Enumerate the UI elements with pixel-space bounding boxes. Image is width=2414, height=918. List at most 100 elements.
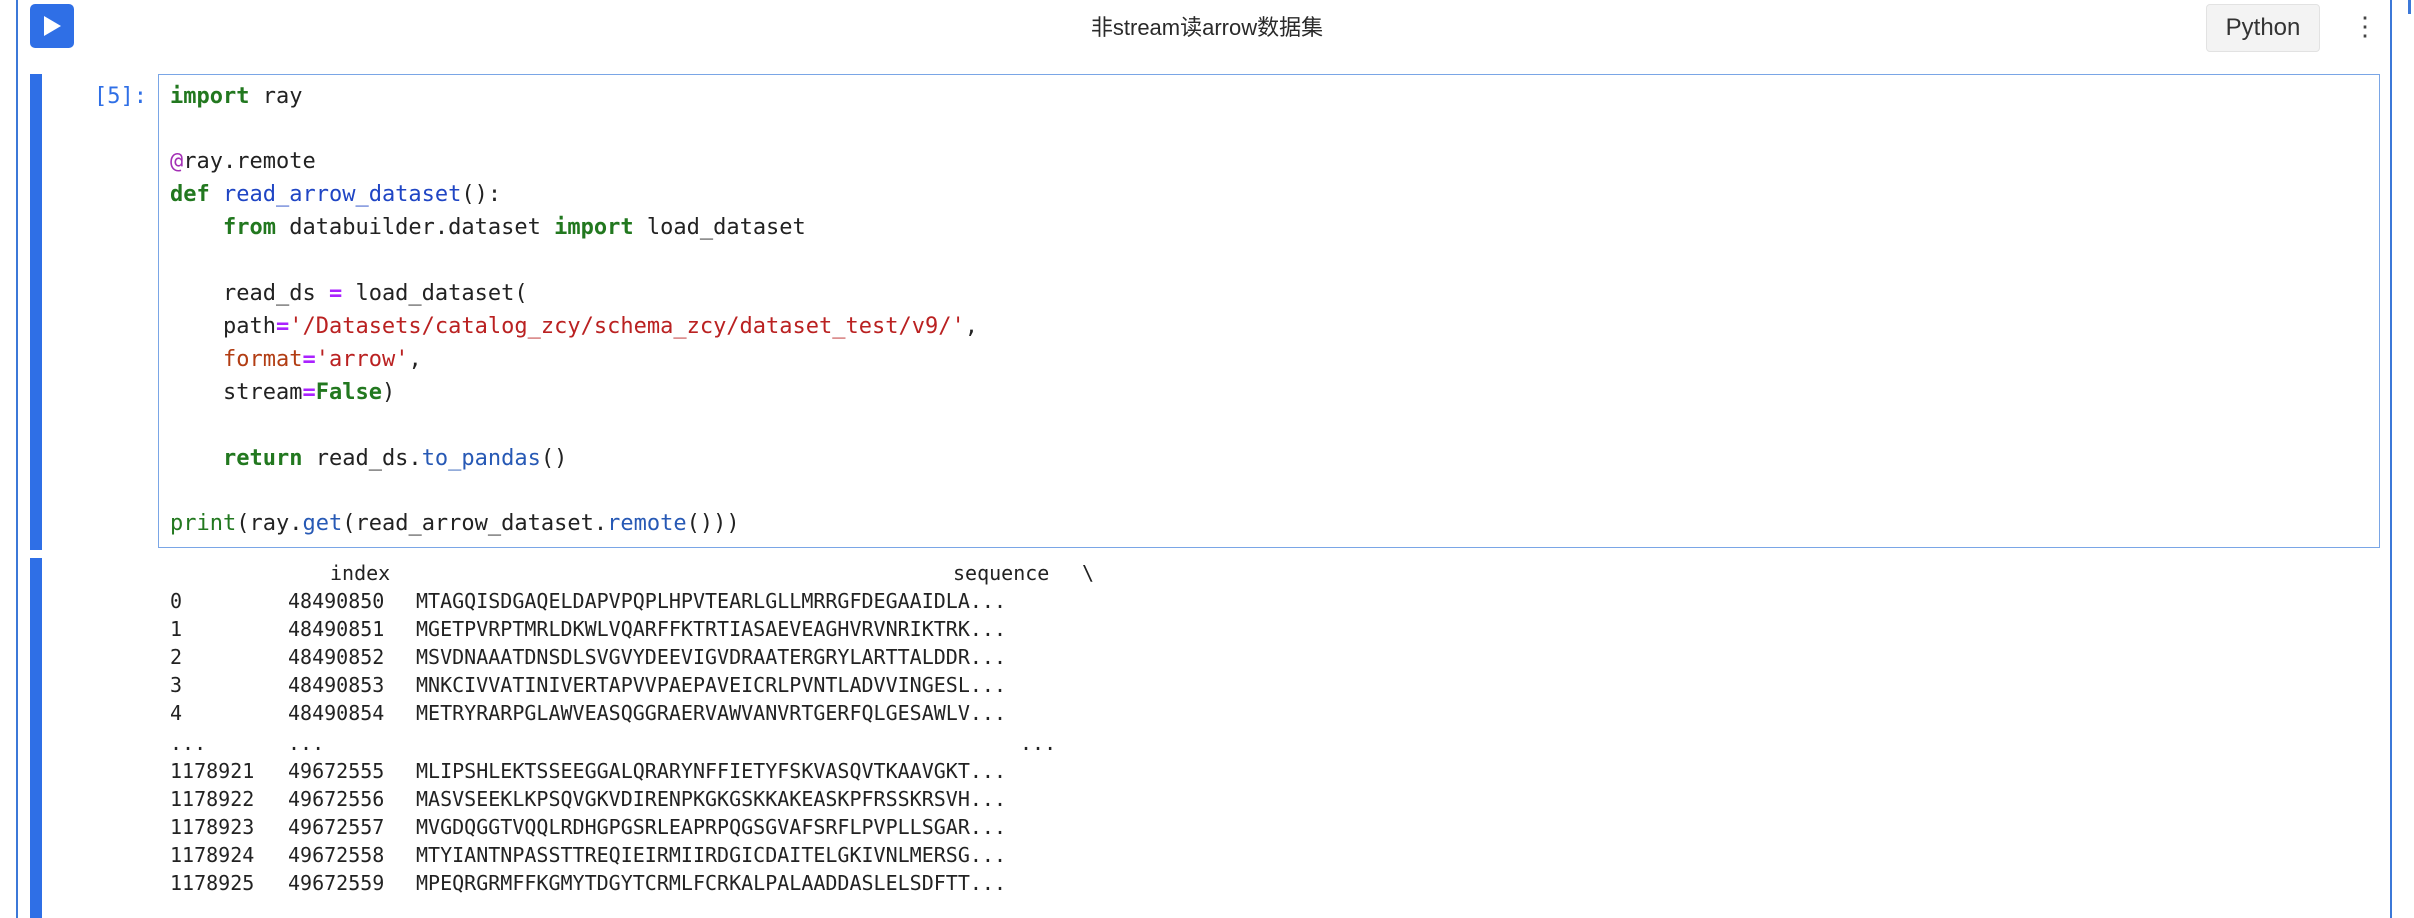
sequence-value: MVGDQGGTVQQLRDHGPGSRLEAPRPQGSGVAFSRFLPVP… <box>416 815 1007 839</box>
code-text: databuilder.dataset <box>275 215 555 240</box>
code-text: read_ds <box>222 281 329 306</box>
row-label: 1178924 <box>170 843 255 867</box>
operator: = <box>302 347 316 372</box>
row-label: 1178921 <box>170 759 255 783</box>
output-data-row: 3 48490853 MNKCIVVATINIVERTAPVVPAEPAVEICRL… <box>170 673 1370 697</box>
code-text: (ray. <box>236 511 303 536</box>
code-text: stream <box>222 380 303 405</box>
sequence-value: METRYRARPGLAWVEASQGGRAERVAWVANVRTGERFQLG… <box>416 701 1007 725</box>
index-value: 49672555 <box>288 759 385 783</box>
code-line: path='/Datasets/catalog_zcy/schema_zcy/d… <box>170 314 978 339</box>
output-data-row: 1178924 49672558 MTYIANTNPASSTTREQIEIRMIIR… <box>170 843 1370 867</box>
ellipsis-cell: ... <box>288 731 325 755</box>
wrap-indicator: \ <box>1082 561 1095 585</box>
code-line: return read_ds.to_pandas() <box>170 446 567 471</box>
index-value: 48490852 <box>288 645 385 669</box>
row-label: 1178923 <box>170 815 255 839</box>
code-text: ())) <box>686 511 740 536</box>
output-data-row: 1178922 49672556 MASVSEEKLKPSQVGKVDIRENPKG… <box>170 787 1370 811</box>
code-line: @ray.remote <box>170 149 316 174</box>
code-line: import ray <box>170 84 302 109</box>
output-data-row: 1178925 49672559 MPEQRGRMFFKGMYTDGYTCRMLFC… <box>170 871 1370 895</box>
builtin-name: print <box>170 511 237 536</box>
row-label: 1178925 <box>170 871 255 895</box>
code-line: stream=False) <box>170 380 395 405</box>
index-value: 49672556 <box>288 787 385 811</box>
code-text: load_dataset <box>633 215 806 240</box>
row-label: 2 <box>170 645 183 669</box>
row-label: 1 <box>170 617 183 641</box>
keyword: return <box>222 446 303 471</box>
code-text: , <box>408 347 422 372</box>
code-line: format='arrow', <box>170 347 422 372</box>
code-line: from databuilder.dataset import load_dat… <box>170 215 806 240</box>
keyword: def <box>170 182 210 207</box>
sequence-value: MPEQRGRMFFKGMYTDGYTCRMLFCRKALPALAADDASLE… <box>416 871 1007 895</box>
code-text: load_dataset( <box>342 281 528 306</box>
output-ellipsis-row: ... ... ... <box>170 731 1370 755</box>
keyword: False <box>315 380 382 405</box>
operator: = <box>328 281 343 306</box>
index-value: 48490850 <box>288 589 385 613</box>
output-data-row: 2 48490852 MSVDNAAATDNSDLSVGVYDEEVIGVDRAAT… <box>170 645 1370 669</box>
index-value: 49672559 <box>288 871 385 895</box>
keyword: from <box>222 215 276 240</box>
input-collapser-bar[interactable] <box>30 74 42 550</box>
row-label: 3 <box>170 673 183 697</box>
param-name: format <box>222 347 303 372</box>
string-literal: 'arrow' <box>315 347 409 372</box>
sequence-value: MLIPSHLEKTSSEEGGALQRARYNFFIETYFSKVASQVTK… <box>416 759 1007 783</box>
cell-left-rail <box>16 0 18 918</box>
sequence-value: MTAGQISDGAQELDAPVPQPLHPVTEARLGLLMRRGFDEG… <box>416 589 1007 613</box>
code-text: read_ds. <box>302 446 422 471</box>
keyword: import <box>554 215 634 240</box>
more-options-icon[interactable]: ⋮ <box>2352 10 2378 42</box>
cell-right-rail <box>2390 0 2392 918</box>
code-text: path <box>222 314 276 339</box>
string-literal: '/Datasets/catalog_zcy/schema_zcy/datase… <box>289 314 965 339</box>
code-line: print(ray.get(read_arrow_dataset.remote(… <box>170 511 740 536</box>
index-value: 48490854 <box>288 701 385 725</box>
index-value: 48490853 <box>288 673 385 697</box>
operator: = <box>275 314 290 339</box>
function-name: read_arrow_dataset <box>223 182 462 207</box>
code-line: def read_arrow_dataset(): <box>170 182 501 207</box>
code-line: read_ds = load_dataset( <box>170 281 528 306</box>
sequence-value: MNKCIVVATINIVERTAPVVPAEPAVEICRLPVNTLADVV… <box>416 673 1007 697</box>
code-text: ) <box>381 380 396 405</box>
column-header-sequence: sequence <box>953 561 1050 585</box>
decorator-symbol: @ <box>170 149 184 174</box>
code-text: , <box>964 314 978 339</box>
code-text: () <box>540 446 568 471</box>
sequence-value: MGETPVRPTMRLDKWLVQARFFKTRTIASAEVEAGHVRVN… <box>416 617 1007 641</box>
index-value: 48490851 <box>288 617 385 641</box>
code-text: (): <box>461 182 502 207</box>
method-name: remote <box>607 511 687 536</box>
kernel-selector-button[interactable]: Python <box>2206 4 2320 52</box>
output-data-row: 1178923 49672557 MVGDQGGTVQQLRDHGPGSRLEAPR… <box>170 815 1370 839</box>
method-name: to_pandas <box>421 446 541 471</box>
code-text: ray.remote <box>183 149 316 174</box>
ellipsis-cell: ... <box>170 731 207 755</box>
output-data-row: 4 48490854 METRYRARPGLAWVEASQGGRAERVAWVANV… <box>170 701 1370 725</box>
output-data-row: 1178921 49672555 MLIPSHLEKTSSEEGGALQRARYNF… <box>170 759 1370 783</box>
code-text: (read_arrow_dataset. <box>342 511 608 536</box>
output-collapser-bar[interactable] <box>30 558 42 918</box>
cell-title: 非stream读arrow数据集 <box>1090 15 1324 40</box>
sequence-value: MASVSEEKLKPSQVGKVDIRENPKGKGSKKAKEASKPFRS… <box>416 787 1007 811</box>
output-data-row: 0 48490850 MTAGQISDGAQELDAPVPQPLHPVTEARLGL… <box>170 589 1370 613</box>
row-label: 1178922 <box>170 787 255 811</box>
index-value: 49672558 <box>288 843 385 867</box>
execution-count-prompt: [5]: <box>94 84 147 109</box>
code-text: ray <box>249 84 303 109</box>
ellipsis-cell: ... <box>1020 731 1057 755</box>
code-editor[interactable] <box>158 74 2380 548</box>
method-name: get <box>302 511 343 536</box>
index-value: 49672557 <box>288 815 385 839</box>
row-label: 0 <box>170 589 183 613</box>
row-label: 4 <box>170 701 183 725</box>
keyword: import <box>170 84 250 109</box>
column-header-index: index <box>330 561 391 585</box>
output-header-row: index sequence \ <box>170 561 1370 585</box>
sequence-value: MSVDNAAATDNSDLSVGVYDEEVIGVDRAATERGRYLART… <box>416 645 1007 669</box>
